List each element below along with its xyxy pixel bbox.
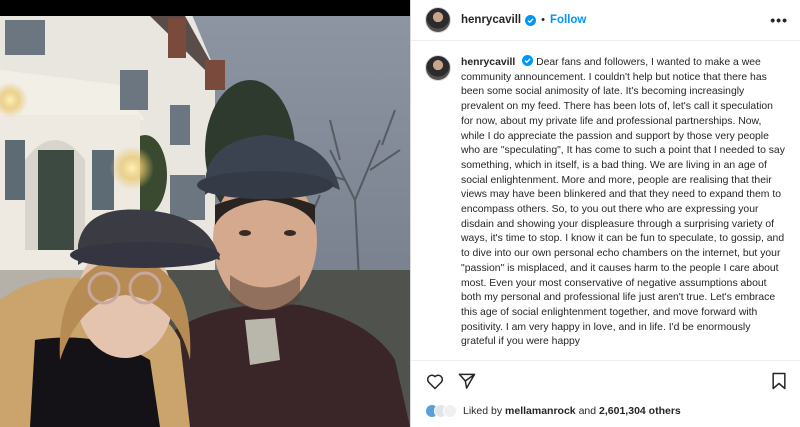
- caption-username[interactable]: henrycavill: [461, 57, 515, 68]
- verified-badge-icon: [522, 55, 534, 66]
- likes-count-link[interactable]: 2,601,304 others: [599, 405, 681, 417]
- caption-section: henrycavill Dear fans and followers, I w…: [411, 41, 800, 360]
- likes-and: and: [578, 405, 597, 417]
- post-caption: henrycavill Dear fans and followers, I w…: [461, 55, 786, 360]
- liker-avatars: [425, 404, 457, 418]
- post-header: henrycavill • Follow •••: [411, 0, 800, 41]
- author-username[interactable]: henrycavill: [461, 14, 521, 26]
- caption-author-avatar[interactable]: [425, 55, 451, 81]
- more-options-icon[interactable]: •••: [770, 12, 788, 28]
- author-avatar[interactable]: [425, 7, 451, 33]
- photo-top-bar: [0, 0, 410, 16]
- follow-button[interactable]: Follow: [550, 14, 586, 26]
- couple-selfie-photo: [0, 0, 410, 427]
- likes-user-link[interactable]: mellamanrock: [505, 405, 576, 417]
- likes-summary: Liked by mellamanrock and 2,601,304 othe…: [425, 401, 681, 421]
- bookmark-icon[interactable]: [769, 371, 789, 391]
- post-side-panel: henrycavill • Follow ••• henrycavill Dea…: [410, 0, 800, 427]
- instagram-post: henrycavill • Follow ••• henrycavill Dea…: [0, 0, 800, 427]
- liker-avatar: [443, 404, 457, 418]
- post-photo[interactable]: [0, 0, 410, 427]
- send-icon[interactable]: [457, 371, 477, 391]
- likes-prefix: Liked by: [463, 405, 503, 417]
- separator-dot: •: [541, 14, 545, 26]
- caption-text: Dear fans and followers, I wanted to mak…: [461, 57, 785, 348]
- heart-icon[interactable]: [425, 371, 445, 391]
- post-actions-bar: [411, 360, 800, 400]
- verified-badge-icon: [525, 14, 537, 26]
